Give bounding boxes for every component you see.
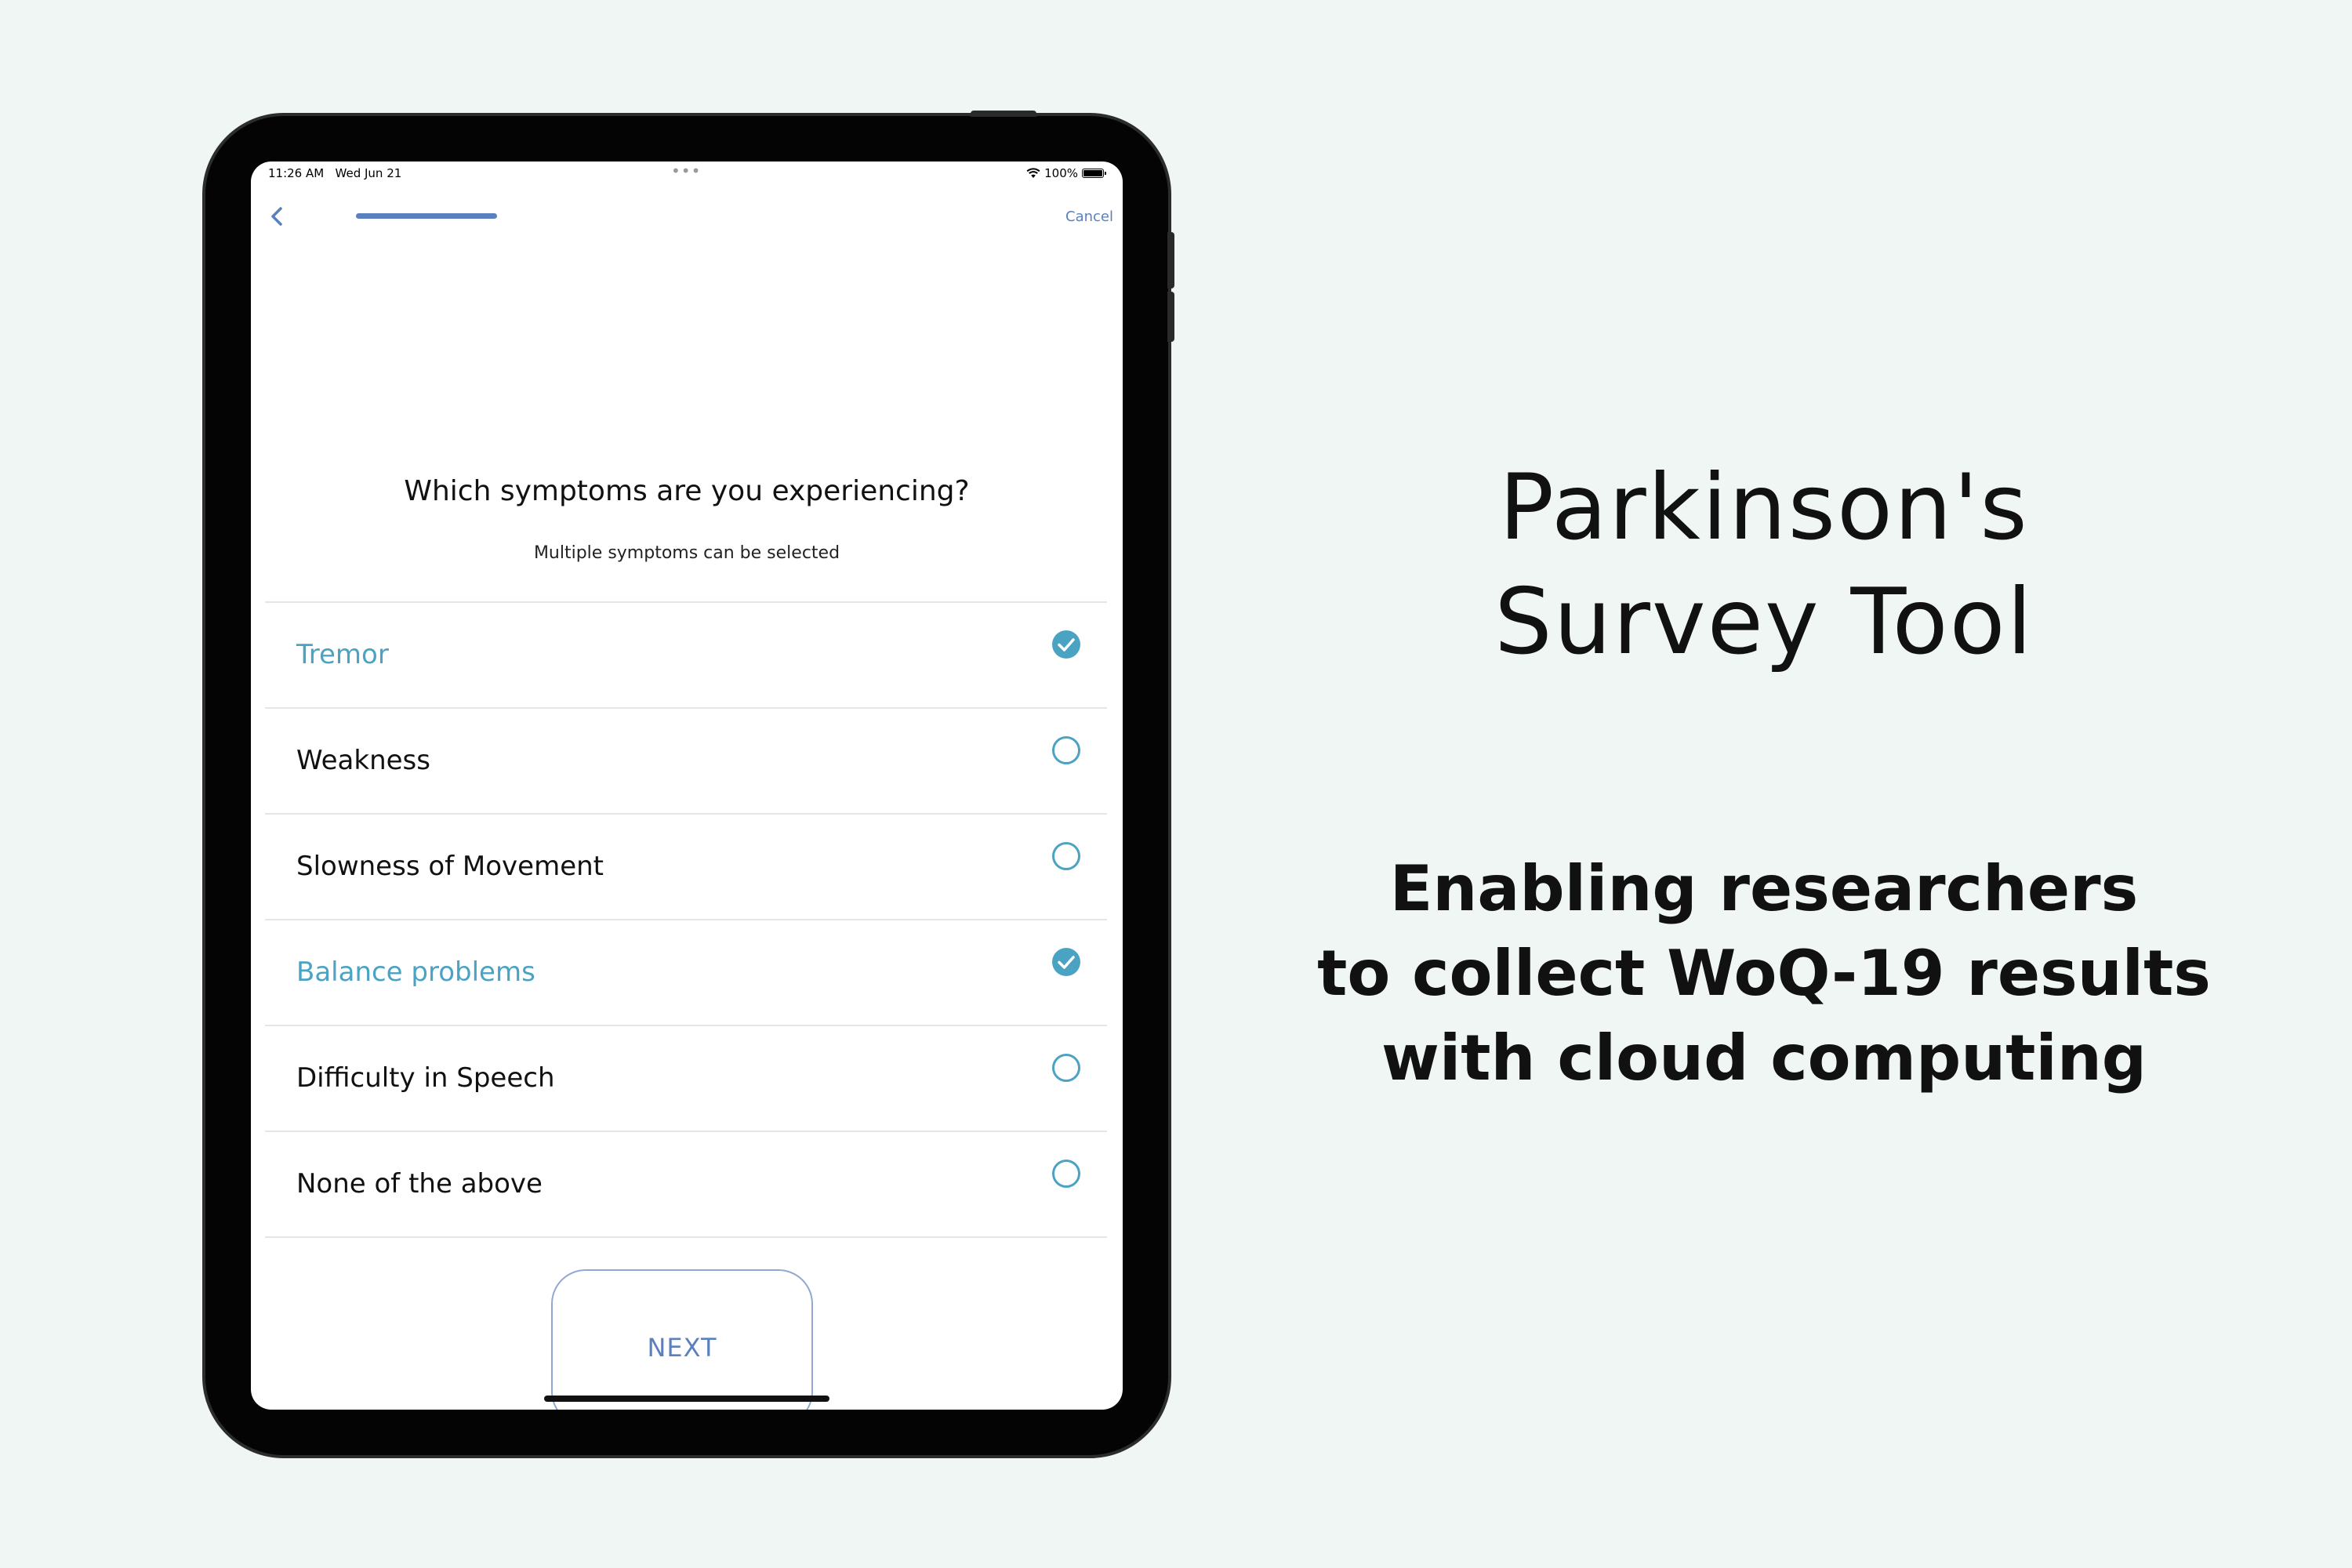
symptom-option[interactable]: Balance problems: [265, 920, 1107, 1026]
question-subtitle: Multiple symptoms can be selected: [533, 543, 840, 563]
symptom-options-list: Tremor Weakness Slowness of Movement Balanc…: [265, 601, 1107, 1238]
empty-circle-icon[interactable]: [1051, 840, 1082, 872]
empty-circle-icon[interactable]: [1051, 1052, 1082, 1083]
survey-progress-fill: [356, 213, 497, 219]
symptom-option-label: Weakness: [296, 745, 430, 776]
battery-percent: 100%: [1044, 166, 1078, 180]
promo-title-line1: Parkinson's: [1499, 455, 2029, 561]
status-right: 100%: [1026, 166, 1106, 180]
symptom-option-label: Difficulty in Speech: [296, 1062, 555, 1094]
ipad-device: 11:26 AM Wed Jun 21 ••• 100% Cancel Whic…: [205, 116, 1168, 1455]
empty-circle-icon[interactable]: [1051, 1158, 1082, 1189]
symptom-option-label: Tremor: [296, 639, 389, 670]
symptom-option[interactable]: Weakness: [265, 709, 1107, 815]
promo-tagline-line1: Enabling researchers: [1389, 852, 2139, 925]
symptom-option-label: None of the above: [296, 1168, 543, 1200]
survey-progress-bar: [356, 213, 709, 219]
checkmark-circle-icon[interactable]: [1051, 629, 1082, 660]
question-title: Which symptoms are you experiencing?: [404, 475, 970, 507]
status-time-text: 11:26 AM: [268, 166, 325, 180]
wifi-icon: [1026, 168, 1040, 178]
status-bar: 11:26 AM Wed Jun 21 ••• 100%: [251, 162, 1123, 185]
volume-up-button: [1167, 232, 1174, 289]
symptom-option[interactable]: Slowness of Movement: [265, 815, 1107, 920]
symptom-option-label: Slowness of Movement: [296, 851, 604, 882]
symptom-option[interactable]: None of the above: [265, 1132, 1107, 1238]
multitask-dots[interactable]: •••: [671, 162, 701, 180]
symptom-option[interactable]: Tremor: [265, 603, 1107, 709]
app-screen: 11:26 AM Wed Jun 21 ••• 100% Cancel Whic…: [251, 162, 1123, 1410]
volume-down-button: [1167, 292, 1174, 342]
next-button[interactable]: NEXT: [551, 1269, 813, 1410]
back-button[interactable]: [265, 201, 289, 232]
status-date: Wed Jun 21: [335, 166, 402, 180]
power-button: [971, 111, 1036, 117]
symptom-option-label: Balance problems: [296, 956, 535, 988]
home-indicator[interactable]: [544, 1396, 829, 1402]
checkmark-circle-icon[interactable]: [1051, 946, 1082, 978]
promo-tagline-line2: to collect WoQ-19 results: [1317, 937, 2211, 1010]
status-time: 11:26 AM Wed Jun 21: [268, 166, 401, 180]
empty-circle-icon[interactable]: [1051, 735, 1082, 766]
promo-title-line2: Survey Tool: [1494, 569, 2034, 675]
cancel-button[interactable]: Cancel: [1065, 209, 1113, 225]
battery-icon: [1082, 169, 1106, 178]
promo-tagline: Enabling researchers to collect WoQ-19 r…: [1294, 847, 2234, 1101]
promo-title: Parkinson's Survey Tool: [1372, 451, 2156, 680]
chevron-left-icon: [271, 207, 282, 226]
symptom-option[interactable]: Difficulty in Speech: [265, 1026, 1107, 1132]
promo-tagline-line3: with cloud computing: [1381, 1022, 2147, 1094]
